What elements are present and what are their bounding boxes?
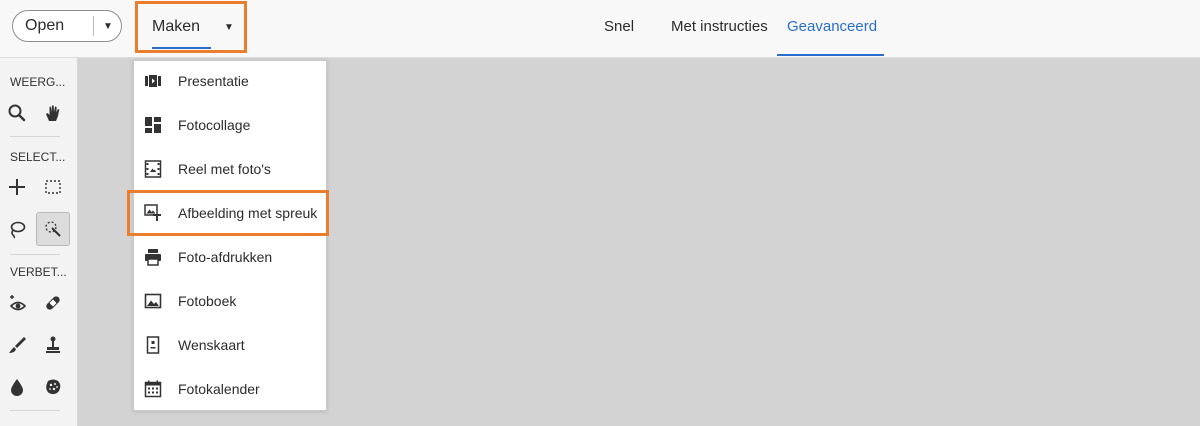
sponge-icon[interactable] xyxy=(36,370,70,404)
menu-item-collage[interactable]: Fotocollage xyxy=(134,107,326,143)
tab-expert[interactable]: Geavanceerd xyxy=(787,18,877,35)
calendar-icon xyxy=(144,380,162,398)
menu-item-label: Foto-afdrukken xyxy=(178,249,273,265)
collage-icon xyxy=(144,116,162,134)
menu-item-label: Fotoboek xyxy=(178,293,237,309)
section-heading-view: WEERG... xyxy=(10,75,66,89)
create-button-underline xyxy=(152,47,211,49)
chevron-down-icon[interactable]: ▼ xyxy=(94,21,113,32)
clone-stamp-icon[interactable] xyxy=(36,328,70,362)
quote-graphic-icon xyxy=(144,204,162,222)
toolbar-divider xyxy=(10,136,60,137)
top-bar: Open ▼ Maken ▼ Snel Met instructies Geav… xyxy=(0,0,1200,58)
section-heading-select: SELECT... xyxy=(10,150,66,164)
tab-quick[interactable]: Snel xyxy=(604,18,634,35)
menu-item-label: Fotokalender xyxy=(178,381,260,397)
menu-item-photo-book[interactable]: Fotoboek xyxy=(134,283,326,319)
photo-book-icon xyxy=(144,292,162,310)
menu-item-label: Presentatie xyxy=(178,73,249,89)
tools-panel: WEERG... SELECT... VERBET... xyxy=(0,58,78,426)
create-menu: Presentatie Fotocollage Reel met foto's … xyxy=(133,60,327,411)
quick-selection-icon[interactable] xyxy=(36,212,70,246)
menu-item-photo-prints[interactable]: Foto-afdrukken xyxy=(134,239,326,275)
brush-icon[interactable] xyxy=(0,328,34,362)
menu-item-greeting-card[interactable]: Wenskaart xyxy=(134,327,326,363)
marquee-icon[interactable] xyxy=(36,170,70,204)
move-icon[interactable] xyxy=(0,170,34,204)
create-button[interactable]: Maken ▼ xyxy=(135,1,247,53)
blur-icon[interactable] xyxy=(0,370,34,404)
printer-icon xyxy=(144,248,162,266)
slideshow-icon xyxy=(144,72,162,90)
section-heading-enhance: VERBET... xyxy=(10,265,67,279)
spot-healing-icon[interactable] xyxy=(36,286,70,320)
menu-item-quote-graphic[interactable]: Afbeelding met spreuk xyxy=(134,195,326,231)
open-button-label: Open xyxy=(25,17,65,34)
tab-guided[interactable]: Met instructies xyxy=(671,18,768,35)
film-reel-icon xyxy=(144,160,162,178)
menu-item-photo-reel[interactable]: Reel met foto's xyxy=(134,151,326,187)
open-button[interactable]: Open ▼ xyxy=(12,10,122,42)
chevron-down-icon: ▼ xyxy=(224,21,234,33)
toolbar-divider xyxy=(10,254,60,255)
menu-item-label: Reel met foto's xyxy=(178,161,271,177)
menu-item-photo-calendar[interactable]: Fotokalender xyxy=(134,371,326,407)
create-button-label: Maken xyxy=(152,18,201,35)
greeting-card-icon xyxy=(144,336,162,354)
menu-item-label: Afbeelding met spreuk xyxy=(178,205,318,221)
zoom-icon[interactable] xyxy=(0,96,34,130)
toolbar-divider xyxy=(10,410,60,411)
hand-icon[interactable] xyxy=(36,96,70,130)
active-tab-indicator xyxy=(777,54,884,56)
red-eye-icon[interactable] xyxy=(0,286,34,320)
menu-item-label: Wenskaart xyxy=(178,337,245,353)
menu-item-slideshow[interactable]: Presentatie xyxy=(134,63,326,99)
menu-item-label: Fotocollage xyxy=(178,117,251,133)
lasso-icon[interactable] xyxy=(0,212,34,246)
